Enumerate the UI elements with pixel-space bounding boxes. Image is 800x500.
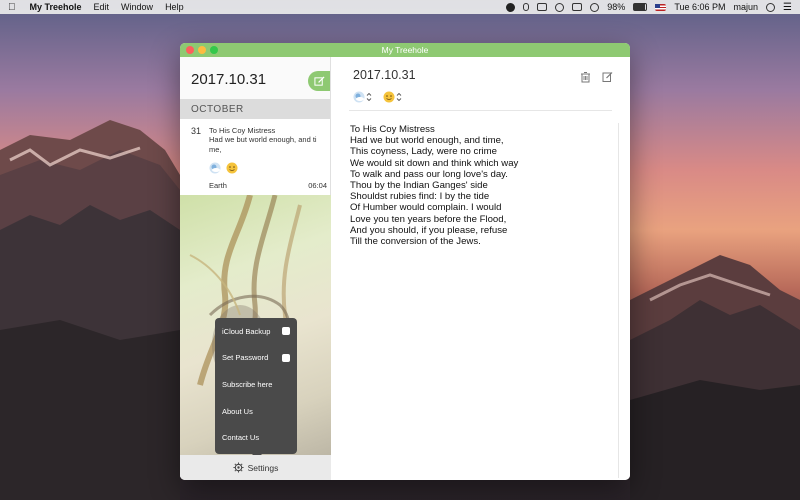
apple-icon[interactable]: 	[8, 2, 16, 13]
display-icon[interactable]	[537, 3, 548, 11]
popup-label: iCloud Backup	[222, 326, 271, 336]
sidebar-header: 2017.10.31	[180, 57, 330, 99]
mood-icon	[226, 162, 238, 174]
weather-icon	[209, 162, 221, 174]
body-line: Of Humber would complain. I would	[350, 202, 502, 214]
body-line: And you should, if you please, refuse	[350, 224, 508, 236]
mood-selector[interactable]	[383, 91, 403, 103]
title-bar[interactable]: My Treehole	[180, 43, 630, 57]
body-line: We would sit down and think which way	[350, 157, 519, 169]
app-window: My Treehole 2017.10.31 OCTOBER 31 To His…	[180, 43, 630, 480]
battery-percent[interactable]: 98%	[607, 2, 625, 12]
popup-label: Set Password	[222, 353, 269, 363]
divider	[349, 110, 612, 111]
entry-location: Earth	[209, 181, 227, 190]
settings-popup: iCloud Backup Set Password Subscribe her…	[215, 318, 297, 459]
sidebar-date: 2017.10.31	[191, 71, 267, 88]
set-password-checkbox[interactable]	[282, 353, 290, 362]
menu-help[interactable]: Help	[165, 2, 184, 12]
popup-item-set-password[interactable]: Set Password	[215, 345, 297, 372]
clock[interactable]: Tue 6:06 PM	[674, 2, 725, 12]
entry-preview: Had we but world enough, and ti me,	[209, 135, 317, 154]
entry-detail: 2017.10.31 To His Coy Mistress Had we bu…	[331, 57, 630, 480]
weather-selector[interactable]	[353, 91, 373, 103]
popup-label: Contact Us	[222, 433, 260, 443]
status-agent-icon[interactable]	[506, 2, 516, 12]
user-name[interactable]: majun	[734, 2, 759, 12]
trash-icon[interactable]	[580, 71, 591, 83]
entry-day: 31	[191, 126, 202, 136]
body-line: Shouldst rubies find: I by the tide	[350, 191, 490, 203]
entry-body[interactable]: To His Coy Mistress Had we but world eno…	[350, 124, 518, 247]
zoom-button[interactable]	[210, 46, 218, 54]
minimize-button[interactable]	[198, 46, 206, 54]
gear-icon	[233, 462, 244, 473]
settings-label: Settings	[247, 462, 279, 473]
popup-label: About Us	[222, 406, 253, 416]
window-title: My Treehole	[381, 45, 429, 55]
popup-item-icloud-backup[interactable]: iCloud Backup	[215, 318, 297, 345]
settings-button[interactable]: Settings	[180, 455, 331, 480]
body-line: To His Coy Mistress	[350, 124, 435, 135]
popup-label: Subscribe here	[222, 379, 273, 389]
list-item[interactable]: 31 To His Coy Mistress Had we but world …	[180, 119, 330, 195]
scrollbar[interactable]	[618, 123, 619, 478]
entry-date: 2017.10.31	[353, 68, 416, 82]
flag-icon[interactable]	[655, 3, 667, 11]
close-button[interactable]	[186, 46, 194, 54]
body-line: This coyness, Lady, were no crime	[350, 146, 497, 158]
airplay-icon[interactable]	[572, 3, 583, 11]
menu-app-name[interactable]: My Treehole	[30, 2, 82, 12]
search-icon[interactable]	[766, 2, 776, 12]
compose-icon	[313, 75, 325, 86]
popup-item-subscribe[interactable]: Subscribe here	[215, 371, 297, 398]
battery-icon[interactable]	[633, 3, 648, 11]
body-line: To walk and pass our long love's day.	[350, 168, 508, 180]
popup-item-contact-us[interactable]: Contact Us	[215, 424, 297, 451]
sidebar: 2017.10.31 OCTOBER 31 To His Coy Mistres…	[180, 57, 331, 480]
body-line: Had we but world enough, and time,	[350, 135, 504, 147]
volume-icon[interactable]	[590, 2, 600, 12]
popup-item-about-us[interactable]: About Us	[215, 398, 297, 425]
icloud-backup-checkbox[interactable]	[282, 327, 290, 336]
body-line: Thou by the Indian Ganges' side	[350, 180, 488, 192]
menu-edit[interactable]: Edit	[94, 2, 110, 12]
menu-list-icon[interactable]: ☰	[783, 2, 792, 13]
menu-window[interactable]: Window	[121, 2, 153, 12]
month-header: OCTOBER	[180, 99, 330, 119]
body-line: Love you ten years before the Flood,	[350, 213, 507, 225]
entry-time: 06:04	[308, 181, 327, 190]
new-entry-button[interactable]	[308, 71, 330, 91]
edit-icon[interactable]	[602, 71, 613, 83]
wifi-icon[interactable]	[555, 2, 565, 12]
entry-title: To His Coy Mistress	[209, 126, 276, 135]
body-line: Till the conversion of the Jews.	[350, 236, 481, 248]
bluetooth-icon[interactable]	[523, 3, 530, 11]
menu-bar:  My Treehole Edit Window Help 98% Tue 6…	[0, 0, 800, 14]
